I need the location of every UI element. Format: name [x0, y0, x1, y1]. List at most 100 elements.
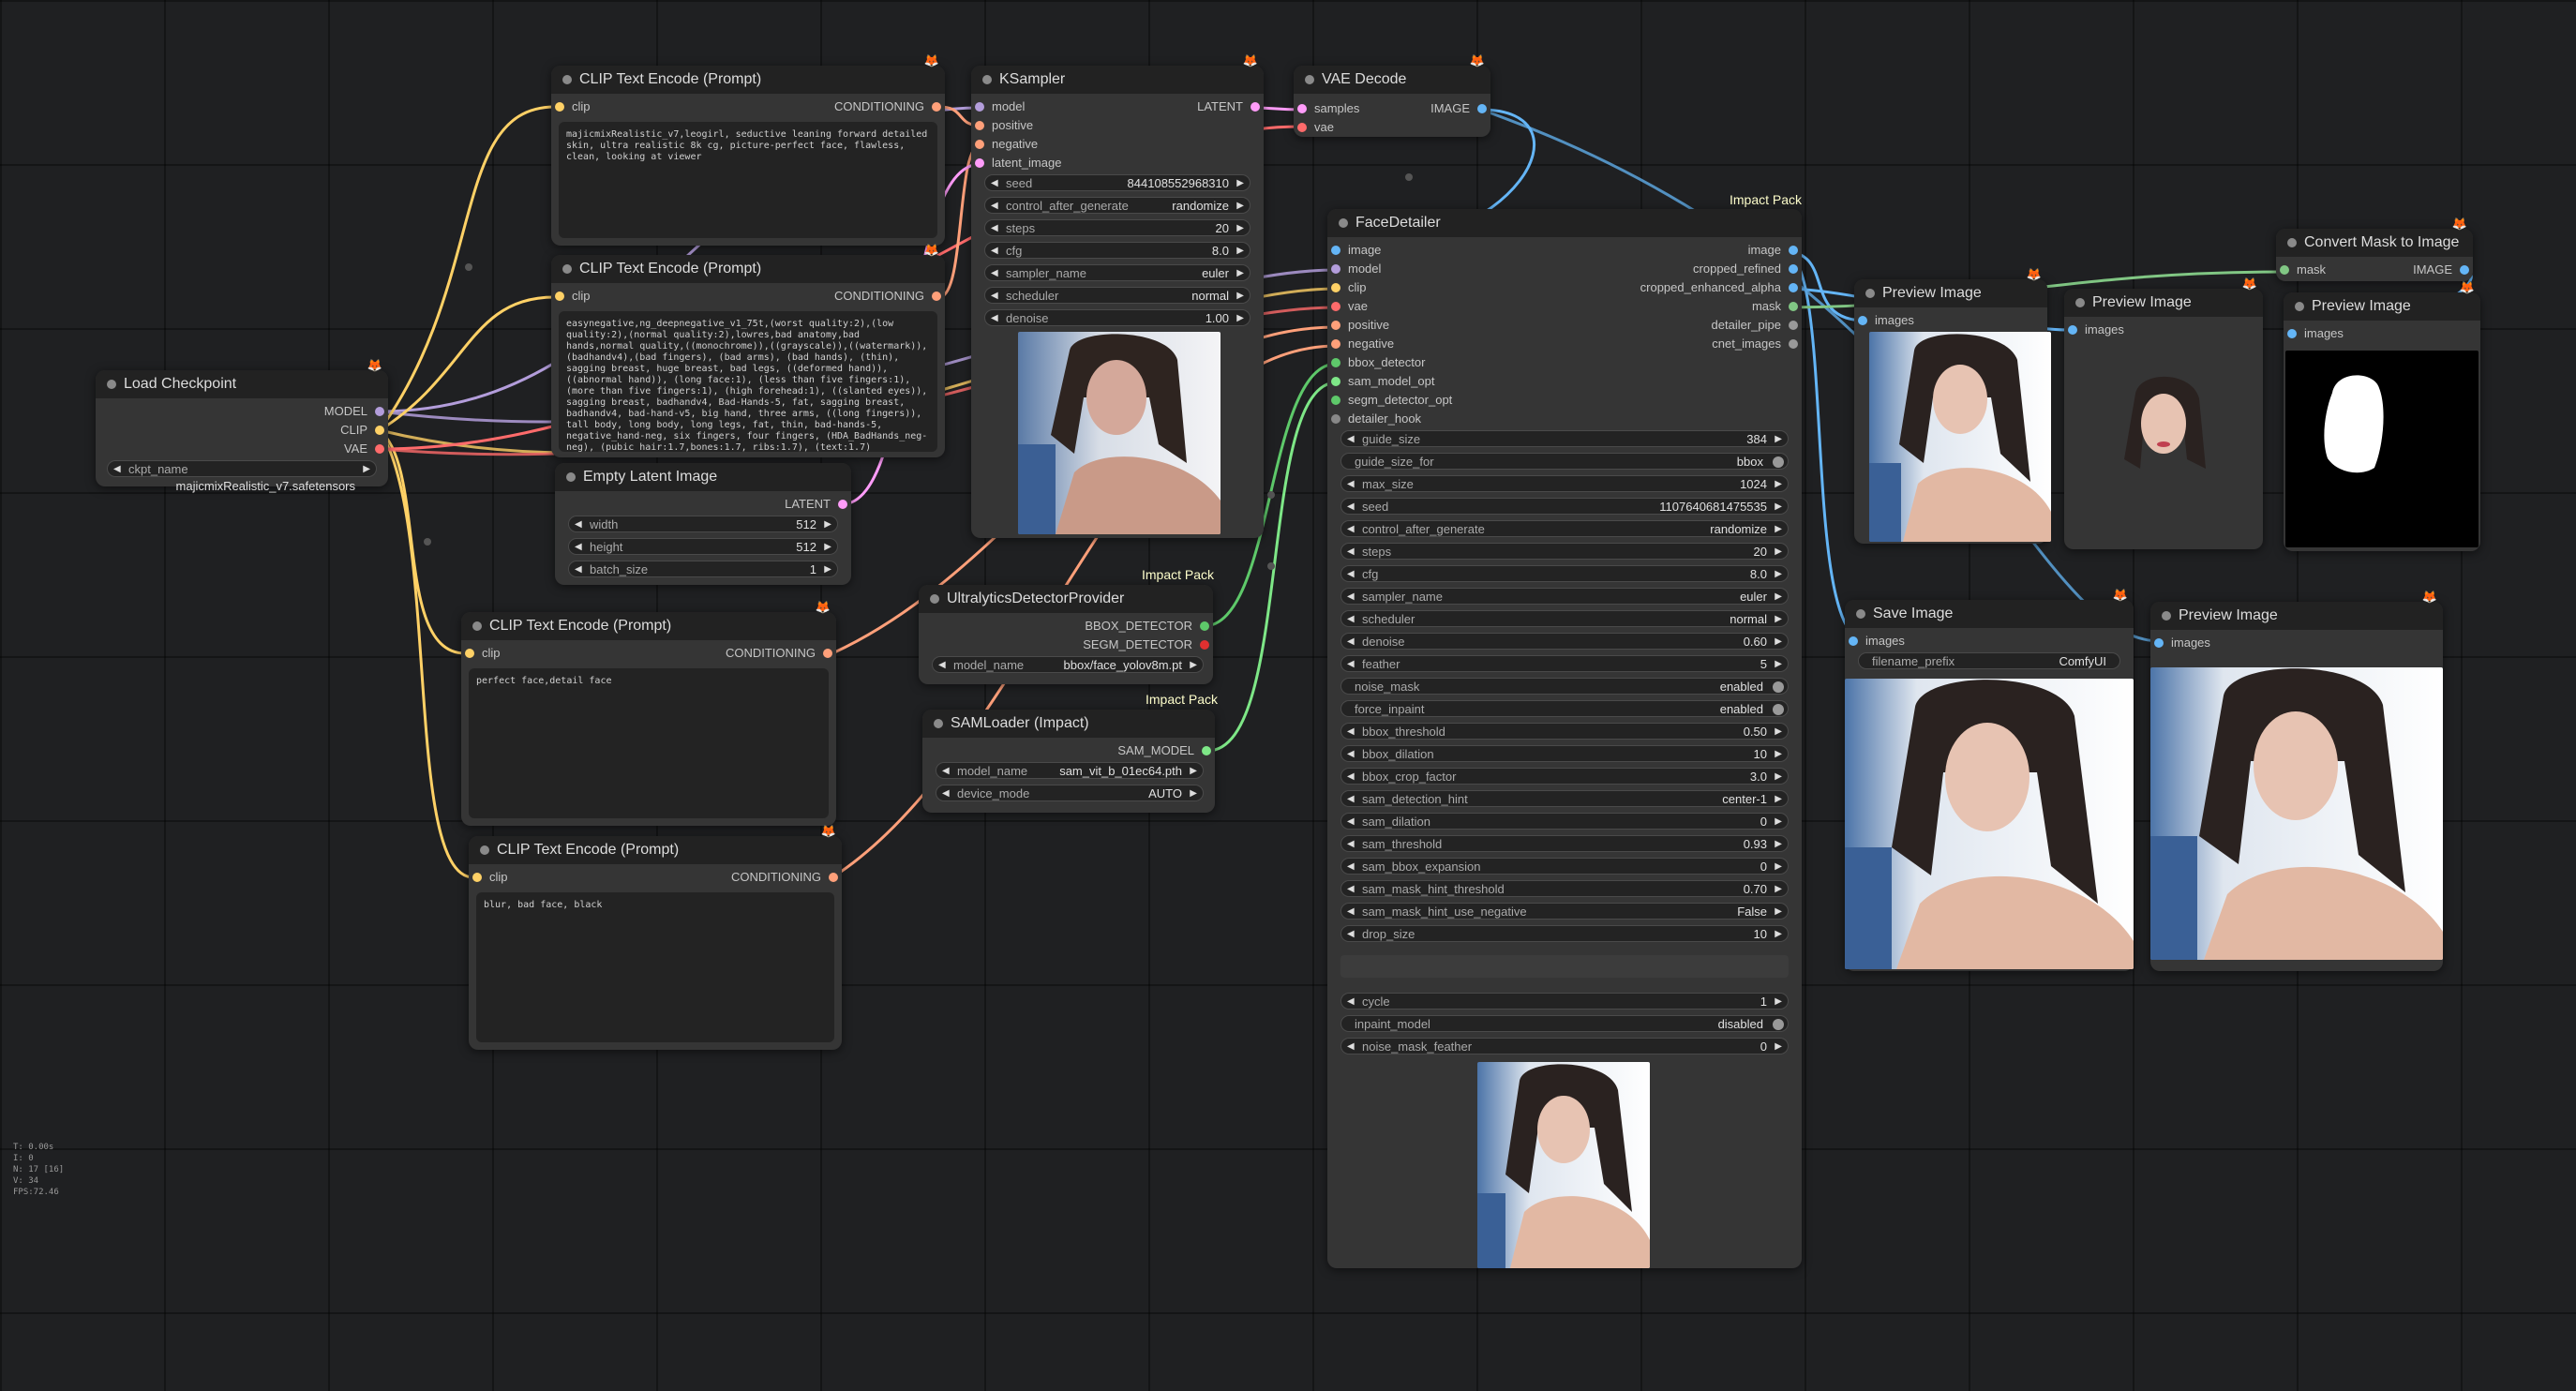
- output-cnet-images[interactable]: cnet_images: [1712, 335, 1798, 353]
- prompt-textarea[interactable]: majicmixRealistic_v7,leogirl, seductive …: [559, 122, 937, 238]
- prompt-textarea[interactable]: perfect face,detail face: [469, 668, 829, 818]
- output-sam-model[interactable]: SAM_MODEL: [1117, 741, 1211, 760]
- input-segm-detector-opt[interactable]: segm_detector_opt: [1331, 391, 1452, 410]
- input-model[interactable]: model: [975, 97, 1025, 116]
- sampler-name-widget[interactable]: ◀ sampler_name euler ▶: [1340, 588, 1789, 605]
- input-negative[interactable]: negative: [975, 135, 1038, 154]
- sampler-name-widget[interactable]: ◀ sampler_name euler ▶: [984, 264, 1251, 281]
- sam-dilation-widget[interactable]: ◀ sam_dilation 0 ▶: [1340, 813, 1789, 830]
- node-vae-decode[interactable]: VAE Decode 🦊 samples vae IMAGE: [1294, 53, 1490, 137]
- device-mode-combo[interactable]: ◀ device_mode AUTO ▶: [936, 785, 1204, 801]
- steps-widget[interactable]: ◀ steps 20 ▶: [1340, 543, 1789, 560]
- node-clip-text-encode-positive[interactable]: CLIP Text Encode (Prompt) 🦊 clip CONDITIO…: [551, 53, 945, 246]
- node-preview-image-1[interactable]: Preview Image 🦊 images: [1854, 267, 2051, 544]
- node-samloader[interactable]: SAMLoader (Impact) SAM_MODEL ◀ model_name…: [922, 710, 1215, 813]
- node-preview-image-4[interactable]: Preview Image 🦊 images: [2150, 590, 2443, 971]
- width-widget[interactable]: ◀ width 512 ▶: [568, 516, 838, 532]
- output-image[interactable]: IMAGE: [1430, 99, 1487, 118]
- bbox-dilation-widget[interactable]: ◀ bbox_dilation 10 ▶: [1340, 745, 1789, 762]
- denoise-widget[interactable]: ◀ denoise 1.00 ▶: [984, 309, 1251, 326]
- input-sam-model-opt[interactable]: sam_model_opt: [1331, 372, 1435, 391]
- output-mask[interactable]: mask: [1752, 297, 1798, 316]
- ckpt-name-combo[interactable]: ◀ ckpt_name majicmixRealistic_v7.safetenso…: [107, 460, 377, 493]
- output-cropped-enhanced-alpha[interactable]: cropped_enhanced_alpha: [1640, 278, 1798, 297]
- output-model[interactable]: MODEL: [324, 402, 384, 421]
- node-clip-text-encode-face-negative[interactable]: CLIP Text Encode (Prompt) 🦊 clip CONDITIO…: [469, 824, 842, 1050]
- input-positive[interactable]: positive: [1331, 316, 1389, 335]
- inpaint-model-widget[interactable]: inpaint_model disabled: [1340, 1015, 1789, 1032]
- input-clip[interactable]: clip: [472, 868, 508, 887]
- node-ksampler[interactable]: KSampler 🦊 model positive negative latent…: [971, 53, 1264, 538]
- node-load-checkpoint[interactable]: Load Checkpoint 🦊 MODEL CLIP VAE ◀ ckpt_na…: [96, 358, 388, 493]
- output-detailer-pipe[interactable]: detailer_pipe: [1712, 316, 1798, 335]
- output-cropped-refined[interactable]: cropped_refined: [1693, 260, 1798, 278]
- cycle-widget[interactable]: ◀ cycle 1 ▶: [1340, 993, 1789, 1010]
- output-clip[interactable]: CLIP: [340, 421, 384, 440]
- input-mask[interactable]: mask: [2280, 261, 2326, 279]
- output-latent[interactable]: LATENT: [1197, 97, 1260, 116]
- control-after-generate-widget[interactable]: ◀ control_after_generate randomize ▶: [984, 197, 1251, 214]
- control-after-generate-widget[interactable]: ◀ control_after_generate randomize ▶: [1340, 520, 1789, 537]
- guide-size-for-widget[interactable]: guide_size_for bbox: [1340, 453, 1789, 470]
- node-convert-mask-to-image[interactable]: Convert Mask to Image 🦊 mask IMAGE: [2276, 217, 2473, 281]
- prompt-textarea[interactable]: easynegative,ng_deepnegative_v1_75t,(wor…: [559, 311, 937, 452]
- output-conditioning[interactable]: CONDITIONING: [731, 868, 838, 887]
- output-segm-detector[interactable]: SEGM_DETECTOR: [1083, 636, 1209, 654]
- node-save-image[interactable]: Save Image 🦊 images filename_prefix ComfyU…: [1845, 588, 2134, 971]
- output-conditioning[interactable]: CONDITIONING: [834, 97, 941, 116]
- output-image[interactable]: image: [1748, 241, 1798, 260]
- prompt-textarea[interactable]: blur, bad face, black: [476, 892, 834, 1042]
- sam-threshold-widget[interactable]: ◀ sam_threshold 0.93 ▶: [1340, 835, 1789, 852]
- seed-widget[interactable]: ◀ seed 1107640681475535 ▶: [1340, 498, 1789, 515]
- input-vae[interactable]: vae: [1297, 118, 1334, 137]
- input-latent-image[interactable]: latent_image: [975, 154, 1061, 172]
- filename-prefix-input[interactable]: filename_prefix ComfyUI: [1858, 652, 2120, 669]
- input-positive[interactable]: positive: [975, 116, 1033, 135]
- input-detailer-hook[interactable]: detailer_hook: [1331, 410, 1421, 428]
- cfg-widget[interactable]: ◀ cfg 8.0 ▶: [984, 242, 1251, 259]
- drop-size-widget[interactable]: ◀ drop_size 10 ▶: [1340, 925, 1789, 942]
- seed-widget[interactable]: ◀ seed 844108552968310 ▶: [984, 174, 1251, 191]
- bbox-threshold-widget[interactable]: ◀ bbox_threshold 0.50 ▶: [1340, 723, 1789, 740]
- input-images[interactable]: images: [2287, 324, 2344, 343]
- bbox-crop-factor-widget[interactable]: ◀ bbox_crop_factor 3.0 ▶: [1340, 768, 1789, 785]
- node-preview-image-mask[interactable]: Preview Image 🦊 images: [2284, 280, 2480, 551]
- sam-mask-hint-threshold-widget[interactable]: ◀ sam_mask_hint_threshold 0.70 ▶: [1340, 880, 1789, 897]
- input-image[interactable]: image: [1331, 241, 1381, 260]
- scheduler-widget[interactable]: ◀ scheduler normal ▶: [1340, 610, 1789, 627]
- input-vae[interactable]: vae: [1331, 297, 1368, 316]
- node-preview-image-2[interactable]: Preview Image 🦊 images: [2064, 277, 2263, 549]
- input-clip[interactable]: clip: [465, 644, 501, 663]
- force-inpaint-widget[interactable]: force_inpaint enabled: [1340, 700, 1789, 717]
- guide-size-widget[interactable]: ◀ guide_size 384 ▶: [1340, 430, 1789, 447]
- output-bbox-detector[interactable]: BBOX_DETECTOR: [1085, 617, 1209, 636]
- output-latent[interactable]: LATENT: [785, 495, 847, 514]
- input-negative[interactable]: negative: [1331, 335, 1394, 353]
- sam-mask-hint-use-negative-widget[interactable]: ◀ sam_mask_hint_use_negative False ▶: [1340, 903, 1789, 920]
- node-ultralytics-detector-provider[interactable]: UltralyticsDetectorProvider BBOX_DETECTO…: [919, 585, 1213, 684]
- output-conditioning[interactable]: CONDITIONING: [834, 287, 941, 306]
- collapse-dot[interactable]: [562, 75, 572, 84]
- output-vae[interactable]: VAE: [344, 440, 384, 458]
- input-bbox-detector[interactable]: bbox_detector: [1331, 353, 1425, 372]
- input-images[interactable]: images: [1858, 311, 1914, 330]
- denoise-widget[interactable]: ◀ denoise 0.60 ▶: [1340, 633, 1789, 650]
- max-size-widget[interactable]: ◀ max_size 1024 ▶: [1340, 475, 1789, 492]
- batch-size-widget[interactable]: ◀ batch_size 1 ▶: [568, 561, 838, 577]
- input-images[interactable]: images: [2154, 634, 2210, 652]
- output-conditioning[interactable]: CONDITIONING: [726, 644, 832, 663]
- steps-widget[interactable]: ◀ steps 20 ▶: [984, 219, 1251, 236]
- model-name-combo[interactable]: ◀ model_name bbox/face_yolov8m.pt ▶: [932, 656, 1204, 673]
- model-name-combo[interactable]: ◀ model_name sam_vit_b_01ec64.pth ▶: [936, 762, 1204, 779]
- input-model[interactable]: model: [1331, 260, 1381, 278]
- input-clip[interactable]: clip: [1331, 278, 1367, 297]
- scheduler-widget[interactable]: ◀ scheduler normal ▶: [984, 287, 1251, 304]
- input-images[interactable]: images: [1849, 632, 1905, 651]
- node-clip-text-encode-face-positive[interactable]: CLIP Text Encode (Prompt) 🦊 clip CONDITIO…: [461, 600, 836, 826]
- input-images[interactable]: images: [2068, 321, 2124, 339]
- sam-detection-hint-widget[interactable]: ◀ sam_detection_hint center-1 ▶: [1340, 790, 1789, 807]
- height-widget[interactable]: ◀ height 512 ▶: [568, 538, 838, 555]
- noise-mask-feather-widget[interactable]: ◀ noise_mask_feather 0 ▶: [1340, 1038, 1789, 1054]
- feather-widget[interactable]: ◀ feather 5 ▶: [1340, 655, 1789, 672]
- input-clip[interactable]: clip: [555, 97, 591, 116]
